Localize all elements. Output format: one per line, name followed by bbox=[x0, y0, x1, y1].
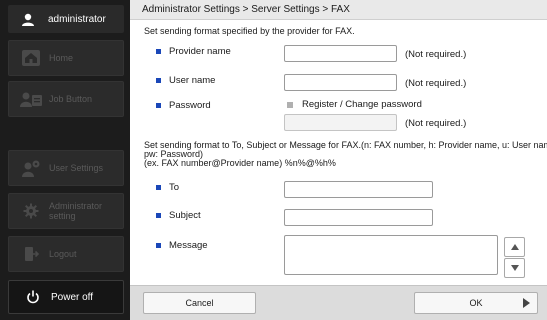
message-label: Message bbox=[156, 240, 208, 251]
settings-form: Set sending format specified by the prov… bbox=[130, 20, 547, 285]
current-user: administrator bbox=[8, 5, 124, 33]
password-label: Password bbox=[156, 100, 211, 111]
register-password-checkbox[interactable]: Register / Change password bbox=[287, 99, 422, 110]
power-off-button[interactable]: Power off bbox=[8, 280, 124, 314]
to-label: To bbox=[156, 182, 179, 193]
home-icon bbox=[17, 49, 45, 67]
user-name-input[interactable] bbox=[284, 74, 397, 91]
user-name-label: User name bbox=[156, 75, 215, 86]
bullet-icon bbox=[156, 243, 161, 248]
password-input[interactable] bbox=[284, 114, 397, 131]
cancel-label: Cancel bbox=[185, 298, 214, 308]
caret-down-icon bbox=[510, 265, 519, 271]
scroll-up-button[interactable] bbox=[504, 237, 525, 257]
sidebar-item-label-line1: Administrator bbox=[49, 201, 103, 211]
user-name-hint: (Not required.) bbox=[405, 78, 467, 89]
scroll-down-button[interactable] bbox=[504, 258, 525, 278]
subject-label: Subject bbox=[156, 210, 201, 221]
to-label-text: To bbox=[169, 182, 180, 193]
provider-name-label-text: Provider name bbox=[169, 46, 231, 57]
checkbox-icon bbox=[287, 101, 293, 108]
format-note-line1: Set sending format to To, Subject or Mes… bbox=[144, 140, 547, 150]
user-name: administrator bbox=[48, 13, 106, 25]
job-button-icon bbox=[17, 90, 45, 108]
sidebar-item-label: Job Button bbox=[49, 94, 93, 104]
sidebar-item-administrator-setting[interactable]: Administrator setting bbox=[8, 193, 124, 229]
user-icon bbox=[18, 13, 38, 26]
sidebar: administrator Home Job Button User Setti… bbox=[0, 0, 130, 320]
sidebar-item-label: User Settings bbox=[49, 163, 104, 173]
bullet-icon bbox=[156, 49, 161, 54]
cancel-button[interactable]: Cancel bbox=[143, 292, 256, 314]
breadcrumb: Administrator Settings > Server Settings… bbox=[142, 4, 350, 15]
password-label-text: Password bbox=[169, 100, 211, 111]
main-panel: Administrator Settings > Server Settings… bbox=[130, 0, 547, 320]
message-textarea[interactable] bbox=[284, 235, 498, 275]
sidebar-item-logout[interactable]: Logout bbox=[8, 236, 124, 272]
footer-bar: Cancel OK bbox=[130, 285, 547, 320]
bullet-icon bbox=[156, 103, 161, 108]
provider-name-hint: (Not required.) bbox=[405, 49, 467, 60]
subject-label-text: Subject bbox=[169, 210, 201, 221]
user-settings-icon bbox=[17, 159, 45, 177]
sidebar-item-label: Administrator setting bbox=[49, 201, 102, 221]
sidebar-item-label-line2: setting bbox=[49, 211, 76, 221]
sidebar-item-home[interactable]: Home bbox=[8, 40, 124, 76]
arrow-right-icon bbox=[523, 298, 530, 310]
caret-up-icon bbox=[510, 244, 519, 250]
provider-name-input[interactable] bbox=[284, 45, 397, 62]
subject-input[interactable] bbox=[284, 209, 433, 226]
provider-note: Set sending format specified by the prov… bbox=[144, 26, 355, 36]
header-bar: Administrator Settings > Server Settings… bbox=[130, 0, 547, 20]
password-hint: (Not required.) bbox=[405, 118, 467, 129]
user-name-label-text: User name bbox=[169, 75, 216, 86]
provider-name-label: Provider name bbox=[156, 46, 231, 57]
sidebar-item-label: Home bbox=[49, 53, 74, 63]
bullet-icon bbox=[156, 185, 161, 190]
ok-label: OK bbox=[469, 298, 483, 308]
power-icon bbox=[23, 290, 43, 304]
message-label-text: Message bbox=[169, 240, 208, 251]
to-input[interactable] bbox=[284, 181, 433, 198]
ok-button[interactable]: OK bbox=[414, 292, 538, 314]
format-note-line3: (ex. FAX number@Provider name) %n%@%h% bbox=[144, 158, 336, 168]
sidebar-item-label: Logout bbox=[49, 249, 77, 259]
gear-icon bbox=[17, 203, 45, 219]
power-off-label: Power off bbox=[51, 291, 94, 303]
register-password-label: Register / Change password bbox=[302, 99, 422, 110]
bullet-icon bbox=[156, 78, 161, 83]
bullet-icon bbox=[156, 213, 161, 218]
sidebar-item-job-button[interactable]: Job Button bbox=[8, 81, 124, 117]
logout-icon bbox=[17, 246, 45, 262]
sidebar-item-user-settings[interactable]: User Settings bbox=[8, 150, 124, 186]
